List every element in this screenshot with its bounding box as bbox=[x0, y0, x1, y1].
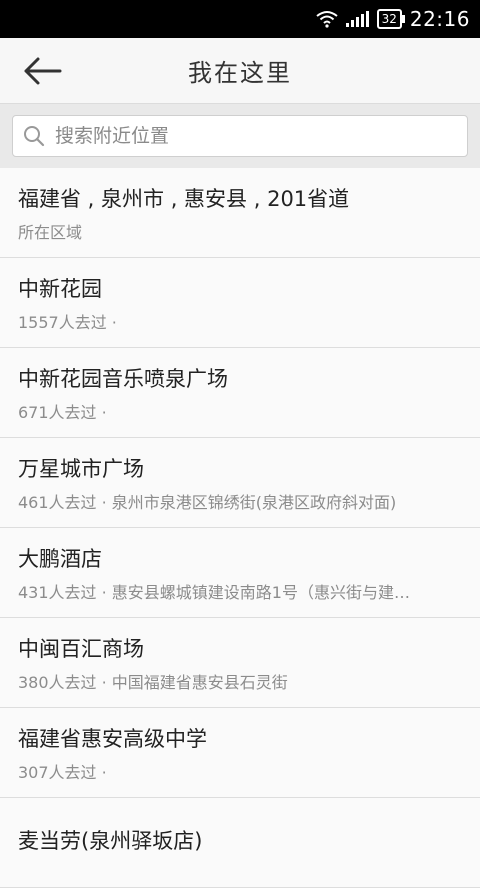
list-item[interactable]: 福建省惠安高级中学 307人去过 · bbox=[0, 708, 480, 798]
wifi-icon bbox=[315, 11, 338, 28]
page-title: 我在这里 bbox=[188, 59, 292, 87]
location-name: 中新花园 bbox=[18, 276, 102, 301]
location-name: 福建省 , 泉州市 , 惠安县 , 201省道 bbox=[18, 186, 350, 211]
location-name: 福建省惠安高级中学 bbox=[18, 726, 207, 751]
location-list: 福建省 , 泉州市 , 惠安县 , 201省道 所在区域 中新花园 1557人去… bbox=[0, 168, 480, 888]
location-name: 万星城市广场 bbox=[18, 456, 144, 481]
location-detail: 461人去过 · 泉州市泉港区锦绣街(泉港区政府斜对面) bbox=[18, 492, 397, 512]
list-item[interactable]: 中闽百汇商场 380人去过 · 中国福建省惠安县石灵街 bbox=[0, 618, 480, 708]
location-name: 麦当劳(泉州驿坂店) bbox=[18, 828, 203, 853]
location-detail: 307人去过 · bbox=[18, 762, 107, 782]
location-detail: 671人去过 · bbox=[18, 402, 107, 422]
battery-icon: 32 bbox=[376, 9, 406, 29]
status-bar: 32 22:16 bbox=[0, 0, 480, 38]
search-box[interactable] bbox=[12, 115, 468, 157]
list-item[interactable]: 福建省 , 泉州市 , 惠安县 , 201省道 所在区域 bbox=[0, 168, 480, 258]
list-item[interactable]: 万星城市广场 461人去过 · 泉州市泉港区锦绣街(泉港区政府斜对面) bbox=[0, 438, 480, 528]
location-detail: 380人去过 · 中国福建省惠安县石灵街 bbox=[18, 672, 288, 692]
signal-icon bbox=[345, 11, 369, 27]
search-area bbox=[0, 104, 480, 168]
battery-level: 32 bbox=[381, 12, 397, 26]
location-detail: 所在区域 bbox=[18, 222, 83, 242]
back-button[interactable] bbox=[18, 51, 66, 91]
title-bar: 我在这里 bbox=[0, 38, 480, 104]
location-name: 大鹏酒店 bbox=[18, 546, 102, 571]
list-item[interactable]: 大鹏酒店 431人去过 · 惠安县螺城镇建设南路1号（惠兴街与建… bbox=[0, 528, 480, 618]
status-time: 22:16 bbox=[409, 7, 470, 31]
list-item[interactable]: 中新花园 1557人去过 · bbox=[0, 258, 480, 348]
search-input[interactable] bbox=[53, 124, 437, 148]
search-icon bbox=[24, 126, 45, 147]
location-name: 中闽百汇商场 bbox=[18, 636, 144, 661]
arrow-left-icon bbox=[24, 57, 62, 85]
list-item[interactable]: 麦当劳(泉州驿坂店) bbox=[0, 798, 480, 888]
location-name: 中新花园音乐喷泉广场 bbox=[18, 366, 228, 391]
list-item[interactable]: 中新花园音乐喷泉广场 671人去过 · bbox=[0, 348, 480, 438]
location-detail: 1557人去过 · bbox=[18, 312, 117, 332]
location-detail: 431人去过 · 惠安县螺城镇建设南路1号（惠兴街与建… bbox=[18, 582, 410, 602]
